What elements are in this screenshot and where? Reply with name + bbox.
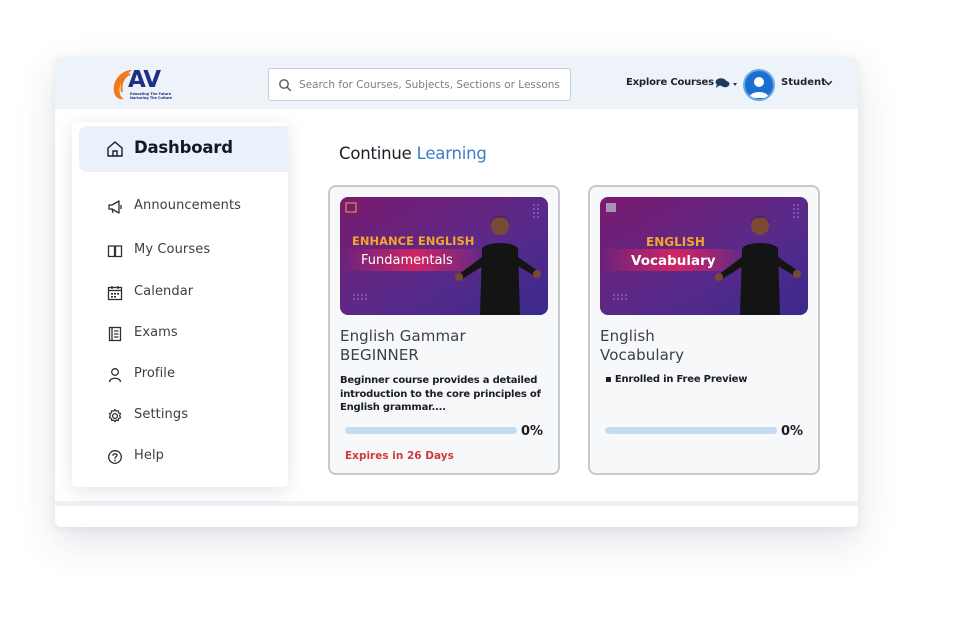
expiry-text: Expires in 26 Days [345,450,454,462]
sidebar-item-my-courses[interactable]: My Courses [72,235,288,265]
course-thumbnail[interactable]: ENGLISH Vocabulary [600,197,808,315]
book-icon [107,245,123,258]
help-icon [108,450,122,464]
sidebar-item-label: My Courses [134,242,211,257]
chat-bubbles-icon [715,78,737,88]
user-name[interactable]: Student [781,77,826,88]
section-title: Continue Learning [339,144,487,163]
chat-dropdown-button[interactable] [715,77,741,91]
explore-courses-link[interactable]: Explore Courses [626,77,714,88]
home-icon [107,141,123,157]
sidebar-item-label: Profile [134,366,176,381]
sidebar-item-label: Help [134,448,165,463]
search-icon [279,79,292,92]
course-thumbnail-art: ENHANCE ENGLISH Fundamentals [340,197,548,315]
sidebar-item-label: Announcements [134,198,242,213]
course-title-line2: BEGINNER [340,346,419,364]
logo-tagline: Educating The Future Nurturing The Cultu… [130,92,173,100]
avatar[interactable] [743,69,775,101]
course-thumbnail-art: ENGLISH Vocabulary [600,197,808,315]
course-title-line1: English Gammar [340,327,466,345]
sidebar-item-label: Settings [134,407,189,422]
chevron-down-icon[interactable] [824,79,833,87]
calendar-icon [107,286,123,301]
sidebar-item-profile[interactable]: Profile [72,359,288,389]
sidebar-item-announcements[interactable]: Announcements [72,191,288,221]
section-title-prefix: Continue [339,144,412,163]
sidebar-item-settings[interactable]: Settings [72,400,288,430]
logo-text: AV [128,67,161,93]
progress-percent: 0% [521,424,544,439]
course-card[interactable]: ENHANCE ENGLISH Fundamentals English Gam… [328,185,560,475]
search-box[interactable] [268,68,571,101]
sidebar-item-label: Dashboard [134,138,233,157]
user-avatar-icon [749,77,769,98]
sidebar-item-help[interactable]: Help [72,441,288,471]
course-title[interactable]: English Vocabulary [600,327,810,365]
sidebar-item-dashboard[interactable]: Dashboard [79,126,288,172]
thumb-title-line2: Fundamentals [361,253,453,268]
user-icon [108,368,122,383]
progress-bar [605,427,777,434]
course-description: Beginner course provides a detailed intr… [340,375,541,413]
course-card[interactable]: ENGLISH Vocabulary English Vocabulary ▪ … [588,185,820,475]
sidebar-item-label: Calendar [134,284,194,299]
search-input[interactable] [299,69,567,100]
sidebar-item-exams[interactable]: Exams [72,318,288,348]
course-title[interactable]: English Gammar BEGINNER [340,327,550,365]
course-thumbnail[interactable]: ENHANCE ENGLISH Fundamentals [340,197,548,315]
section-title-accent: Learning [416,144,487,163]
bullet-icon: ▪ [605,374,615,385]
thumb-title-line2: Vocabulary [631,253,716,269]
thumb-title-line1: ENHANCE ENGLISH [352,234,474,248]
sidebar-item-label: Exams [134,325,178,340]
gear-icon [108,408,122,423]
course-title-line1: English [600,327,655,345]
course-title-line2: Vocabulary [600,346,685,364]
logo[interactable]: AV Educating The Future Nurturing The Cu… [110,66,172,102]
top-navbar: AV Educating The Future Nurturing The Cu… [55,57,858,109]
megaphone-icon [108,200,122,214]
sidebar: Dashboard Announcements My Courses Calen… [72,122,288,487]
notebook-icon [108,326,122,342]
enrollment-status-text: Enrolled in Free Preview [614,374,748,385]
enrollment-status: ▪ Enrolled in Free Preview [605,374,747,385]
progress-bar [345,427,517,434]
sidebar-item-calendar[interactable]: Calendar [72,277,288,307]
progress-percent: 0% [781,424,804,439]
footer-divider [55,501,858,506]
thumb-title-line1: ENGLISH [646,235,705,249]
